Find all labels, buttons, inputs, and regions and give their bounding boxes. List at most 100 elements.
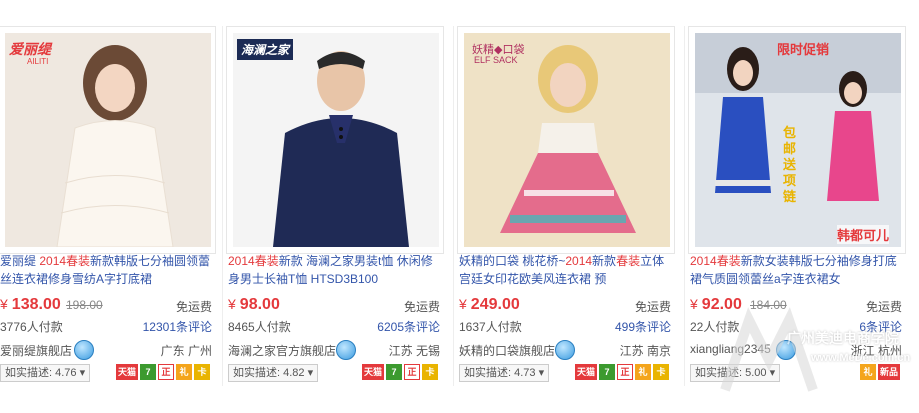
price-row: ¥138.00 198.00 免运费 [0,296,214,316]
promo-flash-sale: 限时促销 [777,42,830,57]
seven-day-return-icon[interactable]: 7 [599,364,615,380]
credit-card-icon[interactable]: 卡 [422,364,438,380]
promo-brand-name: 韩都可儿 [837,225,890,244]
location: 江苏 南京 [619,344,671,358]
service-badges: 天猫 7 正 礼 卡 [575,364,669,382]
sales-count: 1637人付款 [459,320,522,334]
column-divider [684,26,685,386]
product-image[interactable]: 妖精◆口袋 ELF SACK [464,33,670,247]
brand-logo: 爱丽缇 [9,41,51,57]
product-image-frame[interactable]: 海澜之家 [226,26,444,254]
price: ¥98.00 [228,296,280,314]
price: ¥249.00 [459,296,520,314]
sales-row: 8465人付款 6205条评论 [228,318,442,336]
product-image[interactable]: 爱丽缇 AILITI [5,33,211,247]
price-row: ¥249.00 免运费 [459,296,673,316]
rating-text: 如实描述: 4.82 [233,367,305,379]
description-rating-dropdown[interactable]: 如实描述: 4.82 ▾ [228,364,319,382]
currency-symbol: ¥ [459,296,467,312]
rating-row: 如实描述: 4.73 ▾ 天猫 7 正 礼 卡 [459,364,673,384]
rating-text: 如实描述: 4.73 [464,367,536,379]
wangwang-chat-icon[interactable] [74,340,94,360]
location: 广东 广州 [160,344,212,358]
price-value: 98.00 [239,296,280,313]
watermark-url: www.MeDe.com.cn [811,352,911,364]
review-count-link[interactable]: 499条评论 [615,318,671,335]
seven-day-return-icon[interactable]: 7 [140,364,156,380]
title-text: 爱丽缇 [0,254,40,268]
tmall-badge-icon[interactable]: 天猫 [575,364,597,380]
gift-icon[interactable]: 礼 [176,364,192,380]
review-count-link[interactable]: 6205条评论 [377,318,440,335]
shop-name-link[interactable]: 妖精的口袋旗舰店 [459,342,555,359]
product-grid: 爱丽缇 AILITI 爱丽缇 2014春装新款韩版七分袖圆领蕾丝连衣裙修身雪纺A… [0,0,919,412]
watermark-text: 广州美迪电商学院 [787,330,899,346]
title-highlight: 2014春装 [690,254,741,268]
seven-day-return-icon[interactable]: 7 [386,364,402,380]
rating-row: 如实描述: 4.76 ▾ 天猫 7 正 礼 卡 [0,364,214,384]
tmall-badge-icon[interactable]: 天猫 [116,364,138,380]
genuine-guarantee-icon[interactable]: 正 [158,364,174,380]
shop-row: 海澜之家官方旗舰店 江苏 无锡 [228,340,442,360]
title-text: 妖精的口袋 桃花桥~ [459,254,566,268]
currency-symbol: ¥ [0,296,8,312]
product-title[interactable]: 2014春装新款女装韩版七分袖修身打底裙气质圆领蕾丝a字连衣裙女 [690,252,904,288]
gift-icon[interactable]: 礼 [635,364,651,380]
location: 江苏 无锡 [388,344,440,358]
description-rating-dropdown[interactable]: 如实描述: 4.73 ▾ [459,364,550,382]
price-row: ¥98.00 免运费 [228,296,442,316]
shop-row: 妖精的口袋旗舰店 江苏 南京 [459,340,673,360]
price-value: 249.00 [470,296,520,313]
shop-name-link[interactable]: 爱丽缇旗舰店 [0,342,72,359]
column-divider [222,26,223,386]
rating-row: 如实描述: 4.82 ▾ 天猫 7 正 卡 [228,364,442,384]
price: ¥138.00 [0,296,61,314]
title-highlight: 2014 [565,254,593,268]
description-rating-dropdown[interactable]: 如实描述: 4.76 ▾ [0,364,91,382]
product-image-frame[interactable]: 妖精◆口袋 ELF SACK [457,26,675,254]
wangwang-chat-icon[interactable] [336,340,356,360]
credit-card-icon[interactable]: 卡 [194,364,210,380]
original-price: 198.00 [66,298,103,312]
shipping-label: 免运费 [403,300,440,314]
shop-row: 爱丽缇旗舰店 广东 广州 [0,340,214,360]
product-card[interactable]: 妖精◆口袋 ELF SACK 妖精的口袋 桃花桥~2014新款春装立体宫廷女印花… [457,22,677,392]
product-title[interactable]: 妖精的口袋 桃花桥~2014新款春装立体宫廷女印花欧美风连衣裙 预 [459,252,673,288]
shop-name-link[interactable]: 海澜之家官方旗舰店 [228,342,336,359]
sales-row: 3776人付款 12301条评论 [0,318,214,336]
wangwang-chat-icon[interactable] [555,340,575,360]
product-image-frame[interactable]: 爱丽缇 AILITI [0,26,216,254]
product-card[interactable]: 爱丽缇 AILITI 爱丽缇 2014春装新款韩版七分袖圆领蕾丝连衣裙修身雪纺A… [0,22,218,392]
genuine-guarantee-icon[interactable]: 正 [617,364,633,380]
product-title[interactable]: 爱丽缇 2014春装新款韩版七分袖圆领蕾丝连衣裙修身雪纺A字打底裙 [0,252,214,288]
title-highlight: 2014春装 [39,254,91,268]
product-photo-floral-dress [464,33,670,247]
product-image[interactable]: 限时促销 包邮送项链 韩都可儿 [695,33,901,247]
shipping-label: 免运费 [634,300,671,314]
price-value: 138.00 [11,296,61,313]
sales-count: 8465人付款 [228,320,291,334]
product-image[interactable]: 海澜之家 [233,33,439,247]
sales-row: 1637人付款 499条评论 [459,318,673,336]
tmall-badge-icon[interactable]: 天猫 [362,364,384,380]
shipping-label: 免运费 [175,300,212,314]
credit-card-icon[interactable]: 卡 [653,364,669,380]
product-title[interactable]: 2014春装新款 海澜之家男装t恤 休闲修身男士长袖T恤 HTSD3B100 [228,252,442,288]
genuine-guarantee-icon[interactable]: 正 [404,364,420,380]
promo-free-shipping-necklace: 包邮送项链 [783,125,797,204]
review-count-link[interactable]: 12301条评论 [143,318,212,335]
currency-symbol: ¥ [228,296,236,312]
title-highlight: 春装 [616,254,641,268]
product-image-frame[interactable]: 限时促销 包邮送项链 韩都可儿 [688,26,906,254]
currency-symbol: ¥ [690,296,698,312]
brand-logo: 海澜之家 [237,39,294,60]
brand-logo-sub: AILITI [27,57,49,66]
product-photo-navy-tshirt [233,33,439,247]
service-badges: 天猫 7 正 礼 卡 [116,364,210,382]
product-card[interactable]: 海澜之家 2014春装新款 海澜之家男装t恤 休闲修身男士长袖T恤 HTSD3B… [226,22,446,392]
brand-logo-sub: ELF SACK [474,55,518,65]
sales-count: 3776人付款 [0,320,63,334]
title-text: 新款 [592,254,617,268]
rating-text: 如实描述: 4.76 [5,367,77,379]
column-divider [453,26,454,386]
